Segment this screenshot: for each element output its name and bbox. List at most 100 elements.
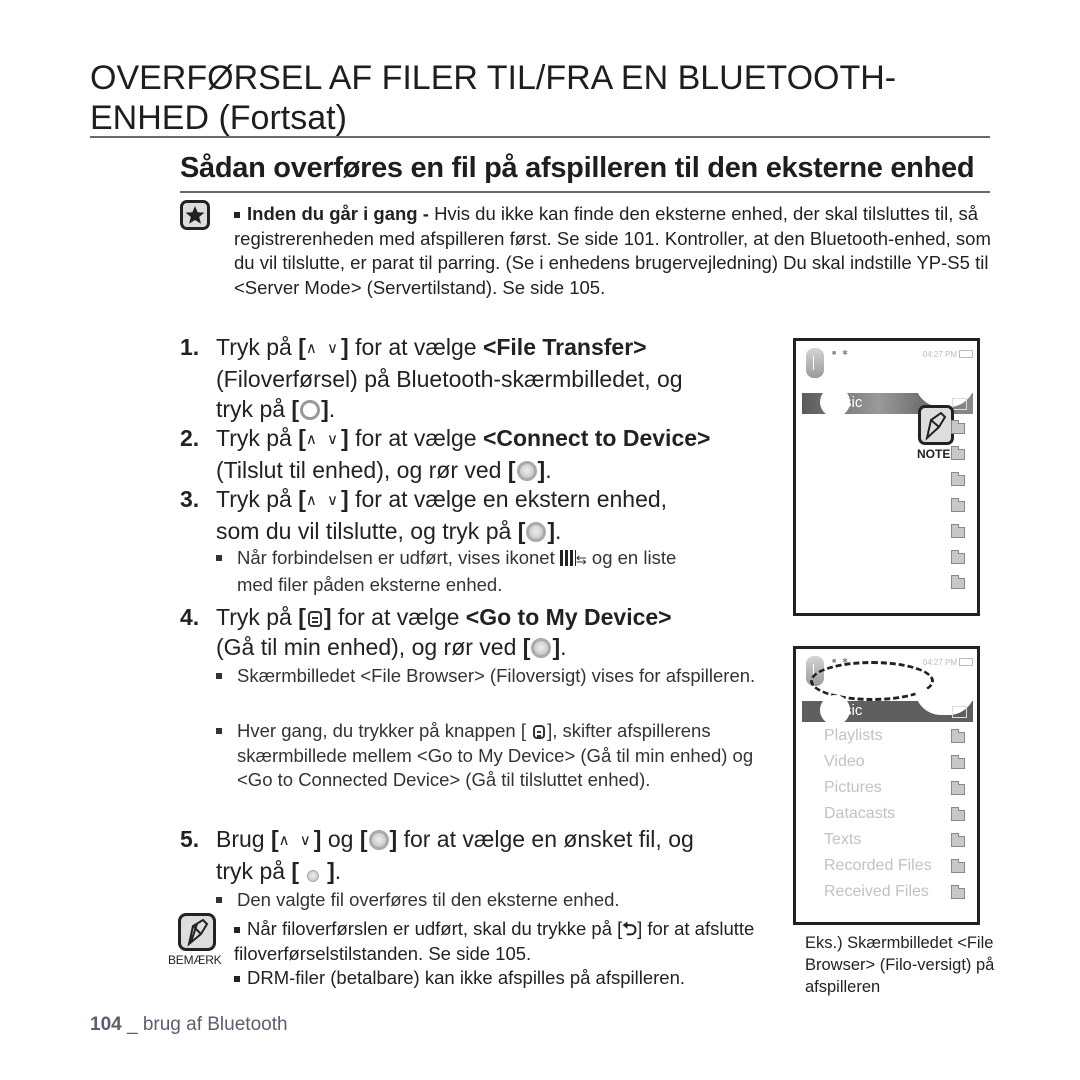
bracket: [ [517, 518, 526, 544]
page-number: 104 [90, 1014, 122, 1035]
folder-icon [951, 472, 965, 486]
bracket: ] [552, 634, 561, 660]
up-down-arrows-icon: ∧ ∨ [305, 340, 342, 357]
bracket: [ [359, 826, 368, 852]
up-down-key: [∧ ∨] [298, 425, 349, 451]
select-button-icon [300, 400, 321, 420]
bullet-icon [216, 728, 222, 734]
step-text: (Gå til min enhed), og rør ved [216, 634, 523, 660]
step-text: for at vælge [348, 334, 483, 360]
page-title: OVERFØRSEL AF FILER TIL/FRA EN BLUETOOTH… [90, 58, 990, 138]
touch-button-icon [368, 830, 389, 850]
menu-key-icon [307, 611, 322, 627]
step-number: 1. [180, 334, 200, 360]
bullet-text: Den valgte fil overføres til den ekstern… [237, 889, 620, 910]
list-item[interactable]: Pictures [824, 779, 882, 797]
note-label: NOTE [917, 447, 951, 461]
menu-key-icon [533, 725, 546, 739]
folder-icon [951, 833, 965, 847]
header-text: sic [844, 702, 863, 719]
step-text: for at vælge [331, 604, 466, 630]
header-text: sic [844, 394, 863, 411]
bracket: [ [507, 457, 516, 483]
section-subtitle: Sådan overføres en fil på afspilleren ti… [180, 152, 975, 184]
screen-header: sic [802, 689, 975, 725]
list-item[interactable]: Texts [824, 831, 861, 849]
folder-icon [951, 807, 965, 821]
folder-icon [952, 398, 967, 410]
step-text: (Filoverførsel) på Bluetooth-skærmbilled… [216, 366, 683, 392]
center-button-icon [307, 870, 320, 882]
up-down-key: [∧ ∨] [298, 486, 349, 512]
step-text: . [555, 518, 562, 544]
bullet-icon [234, 212, 240, 219]
list-item[interactable]: Playlists [824, 727, 883, 745]
bracket: [ [298, 604, 306, 630]
menu-option: <Go to My Device> [465, 604, 672, 630]
subtitle-divider [180, 191, 990, 193]
note-pencil-icon [918, 405, 954, 445]
step-number: 2. [180, 425, 200, 451]
step-text: for at vælge [348, 425, 483, 451]
up-down-key: [∧ ∨] [298, 334, 349, 360]
title-line-1: OVERFØRSEL AF FILER TIL/FRA EN BLUETOOTH… [90, 59, 897, 97]
bracket: ] [547, 518, 556, 544]
note-text: Når filoverførslen er udført, skal du tr… [247, 918, 623, 939]
step-number: 5. [180, 826, 200, 852]
folder-icon [951, 575, 965, 589]
bracket: ] [323, 604, 332, 630]
step-4-bullet-1: Skærmbilledet <File Browser> (Filoversig… [216, 664, 766, 689]
step-number: 4. [180, 604, 200, 630]
up-down-key: [∧ ∨] [270, 826, 322, 852]
up-down-arrows-icon: ∧ ∨ [278, 832, 314, 849]
bullet-icon [216, 673, 222, 679]
folder-icon [951, 755, 965, 769]
note-lead: Inden du går i gang - [247, 203, 435, 224]
folder-icon [952, 706, 967, 718]
step-4: 4. Tryk på [] for at vælge <Go to My Devi… [180, 602, 780, 662]
step-5-bullet: Den valgte fil overføres til den ekstern… [216, 888, 766, 913]
bracket: [ [522, 634, 531, 660]
note-label: BEMÆRK [168, 953, 222, 967]
folder-icon [951, 498, 965, 512]
bullet-text: med filer påden eksterne enhed. [237, 573, 503, 595]
step-5: 5. Brug [∧ ∨] og [] for at vælge en ønske… [180, 824, 780, 886]
bullet-icon [216, 555, 222, 561]
list-item[interactable]: Video [824, 753, 865, 771]
list-item[interactable]: Received Files [824, 883, 929, 901]
bullet-icon [216, 897, 222, 903]
step-number: 3. [180, 486, 200, 512]
folder-icon [951, 524, 965, 538]
folder-icon [951, 859, 965, 873]
step-text: Tryk på [216, 334, 299, 360]
folder-icon [951, 446, 965, 460]
touch-button-icon [516, 461, 537, 481]
clock: 04:27 PM [922, 350, 957, 359]
bullet-text: Skærmbilledet <File Browser> (Filoversig… [237, 665, 756, 686]
bluetooth-icon [806, 348, 824, 378]
intro-note: Inden du går i gang - Hvis du ikke kan f… [234, 202, 994, 300]
step-text: . [560, 634, 567, 660]
step-2: 2. Tryk på [∧ ∨] for at vælge <Connect to… [180, 423, 780, 485]
list-item[interactable]: Datacasts [824, 805, 895, 823]
touch-button-icon [526, 522, 547, 542]
transfer-arrows-icon: ⇆ [575, 552, 587, 567]
status-icons: ■ ✱ [832, 350, 848, 357]
note-text: DRM-filer (betalbare) kan ikke afspilles… [247, 967, 686, 988]
step-text: for at vælge en ekstern enhed, [348, 486, 668, 512]
battery-icon [959, 658, 973, 666]
bullet-text: og en liste [586, 547, 677, 568]
title-divider [90, 136, 990, 138]
connected-device-icon [559, 550, 576, 566]
folder-icon [951, 885, 965, 899]
separator: _ [121, 1014, 143, 1035]
device-screen-bluetooth: ■ ✱ 04:27 PM sic NOTE [793, 338, 980, 616]
step-text: tryk på [216, 396, 292, 422]
step-text: . [328, 396, 336, 422]
folder-icon [951, 781, 965, 795]
step-text: Tryk på [216, 486, 299, 512]
list-item[interactable]: Recorded Files [824, 857, 932, 875]
step-text: som du vil tilslutte, og tryk på [216, 518, 518, 544]
folder-icon [951, 729, 965, 743]
bracket: ] [327, 858, 335, 884]
